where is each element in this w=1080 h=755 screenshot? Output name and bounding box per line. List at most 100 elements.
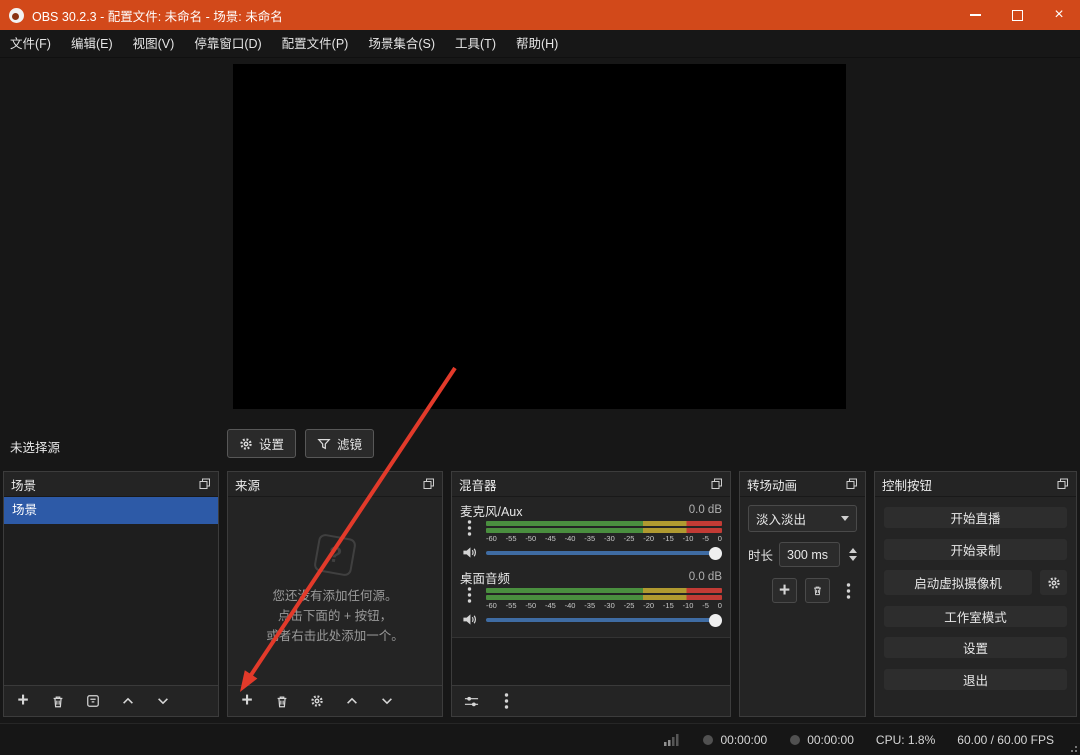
volume-slider[interactable] — [486, 612, 722, 629]
controls-panel: 控制按钮 开始直播 开始录制 启动虚拟摄像机 工作室模式 设置 退出 — [874, 471, 1077, 717]
advanced-audio-icon — [464, 694, 479, 709]
mute-button[interactable] — [460, 543, 478, 561]
mixer-channel: 麦克风/Aux 0.0 dB -60-55-50-45-40-35-30-25-… — [452, 497, 730, 564]
meter-bar — [486, 595, 722, 600]
transition-select[interactable]: 淡入淡出 — [748, 505, 857, 532]
chevron-up-icon — [121, 694, 135, 708]
duration-value: 300 ms — [787, 548, 828, 562]
preview-canvas[interactable] — [233, 64, 846, 409]
menu-item-tools[interactable]: 工具(T) — [445, 31, 506, 57]
speaker-icon — [462, 612, 477, 627]
empty-hint-line: 您还没有添加任何源。 — [272, 586, 397, 606]
meter-bar — [486, 588, 722, 593]
meter-bar — [486, 521, 722, 526]
close-button[interactable]: × — [1038, 0, 1080, 30]
menu-item-docks[interactable]: 停靠窗口(D) — [184, 31, 271, 57]
mute-button[interactable] — [460, 610, 478, 628]
fps-counter: 60.00 / 60.00 FPS — [957, 733, 1054, 747]
filters-icon — [317, 437, 331, 451]
kebab-menu-icon — [846, 582, 851, 600]
channel-db-value: 0.0 dB — [689, 571, 722, 583]
scene-filters-icon — [86, 694, 100, 708]
controls-panel-header[interactable]: 控制按钮 — [875, 472, 1076, 497]
source-filters-button[interactable]: 滤镜 — [305, 429, 374, 458]
plus-icon: + — [241, 693, 252, 709]
mixer-empty-area — [452, 637, 730, 685]
menu-item-view[interactable]: 视图(V) — [123, 31, 185, 57]
spin-up-button[interactable] — [849, 548, 857, 553]
statusbar: 00:00:00 00:00:00 CPU: 1.8% 60.00 / 60.0… — [0, 723, 1080, 755]
resize-grip[interactable] — [1067, 742, 1077, 752]
trash-icon — [275, 694, 289, 709]
empty-hint-line: 或者右击此处添加一个。 — [266, 626, 404, 646]
menu-item-help[interactable]: 帮助(H) — [506, 31, 568, 57]
sources-empty-state[interactable]: ? 您还没有添加任何源。 点击下面的 + 按钮， 或者右击此处添加一个。 — [228, 497, 442, 685]
remove-transition-button[interactable] — [805, 578, 830, 603]
remove-source-button[interactable] — [273, 692, 291, 710]
channel-menu-button[interactable] — [460, 519, 478, 537]
scenes-panel-title: 场景 — [11, 475, 36, 494]
move-scene-down-button[interactable] — [154, 692, 172, 710]
streaming-status-dot — [789, 734, 801, 746]
volume-slider-handle[interactable] — [709, 614, 722, 627]
maximize-icon — [1012, 10, 1023, 21]
menu-item-profile[interactable]: 配置文件(P) — [272, 31, 359, 57]
mixer-menu-button[interactable] — [497, 692, 515, 710]
exit-button[interactable]: 退出 — [883, 668, 1068, 691]
move-source-up-button[interactable] — [343, 692, 361, 710]
advanced-audio-button[interactable] — [462, 692, 480, 710]
add-source-button[interactable]: + — [238, 692, 256, 710]
minimize-button[interactable] — [954, 0, 996, 30]
gear-icon — [310, 694, 324, 708]
move-scene-up-button[interactable] — [119, 692, 137, 710]
channel-db-value: 0.0 dB — [689, 504, 722, 516]
menu-item-edit[interactable]: 编辑(E) — [61, 31, 123, 57]
transitions-panel: 转场动画 淡入淡出 时长 300 ms + — [739, 471, 866, 717]
transition-menu-button[interactable] — [839, 582, 857, 600]
recording-status-dot — [702, 734, 714, 746]
popout-icon[interactable] — [423, 478, 435, 490]
virtual-camera-settings-button[interactable] — [1039, 569, 1068, 596]
empty-source-icon: ? — [313, 533, 357, 577]
popout-icon[interactable] — [199, 478, 211, 490]
scenes-panel: 场景 场景 + — [3, 471, 219, 717]
channel-name: 桌面音频 — [460, 568, 510, 587]
transitions-panel-header[interactable]: 转场动画 — [740, 472, 865, 497]
volume-slider-handle[interactable] — [709, 547, 722, 560]
studio-mode-button[interactable]: 工作室模式 — [883, 605, 1068, 628]
start-virtual-camera-button[interactable]: 启动虚拟摄像机 — [883, 569, 1033, 596]
popout-icon[interactable] — [846, 478, 858, 490]
sources-panel: 来源 ? 您还没有添加任何源。 点击下面的 + 按钮， 或者右击此处添加一个。 … — [227, 471, 443, 717]
volume-slider[interactable] — [486, 545, 722, 562]
audio-mixer-panel: 混音器 麦克风/Aux 0.0 dB — [451, 471, 731, 717]
scene-filters-button[interactable] — [84, 692, 102, 710]
volume-meter — [486, 519, 722, 533]
remove-scene-button[interactable] — [49, 692, 67, 710]
settings-button[interactable]: 设置 — [883, 636, 1068, 659]
popout-icon[interactable] — [711, 478, 723, 490]
maximize-button[interactable] — [996, 0, 1038, 30]
scene-list-item[interactable]: 场景 — [4, 497, 218, 524]
mixer-panel-header[interactable]: 混音器 — [452, 472, 730, 497]
start-streaming-button[interactable]: 开始直播 — [883, 506, 1068, 529]
menubar: 文件(F) 编辑(E) 视图(V) 停靠窗口(D) 配置文件(P) 场景集合(S… — [0, 30, 1080, 58]
add-scene-button[interactable]: + — [14, 692, 32, 710]
menu-item-file[interactable]: 文件(F) — [0, 31, 61, 57]
spin-down-button[interactable] — [849, 556, 857, 561]
add-transition-button[interactable]: + — [772, 578, 797, 603]
popout-icon[interactable] — [1057, 478, 1069, 490]
channel-menu-button[interactable] — [460, 586, 478, 604]
network-signal-icon — [664, 733, 680, 746]
cpu-usage: CPU: 1.8% — [876, 733, 935, 747]
menu-item-scene-collection[interactable]: 场景集合(S) — [358, 31, 445, 57]
sources-panel-header[interactable]: 来源 — [228, 472, 442, 497]
meter-bar — [486, 528, 722, 533]
mixer-panel-title: 混音器 — [459, 475, 497, 494]
source-properties-button[interactable] — [308, 692, 326, 710]
start-recording-button[interactable]: 开始录制 — [883, 538, 1068, 561]
duration-spinbox[interactable]: 300 ms — [779, 542, 840, 567]
source-settings-button[interactable]: 设置 — [227, 429, 296, 458]
scenes-panel-header[interactable]: 场景 — [4, 472, 218, 497]
move-source-down-button[interactable] — [378, 692, 396, 710]
meter-scale: -60-55-50-45-40-35-30-25-20-15-10-50 — [486, 534, 722, 543]
